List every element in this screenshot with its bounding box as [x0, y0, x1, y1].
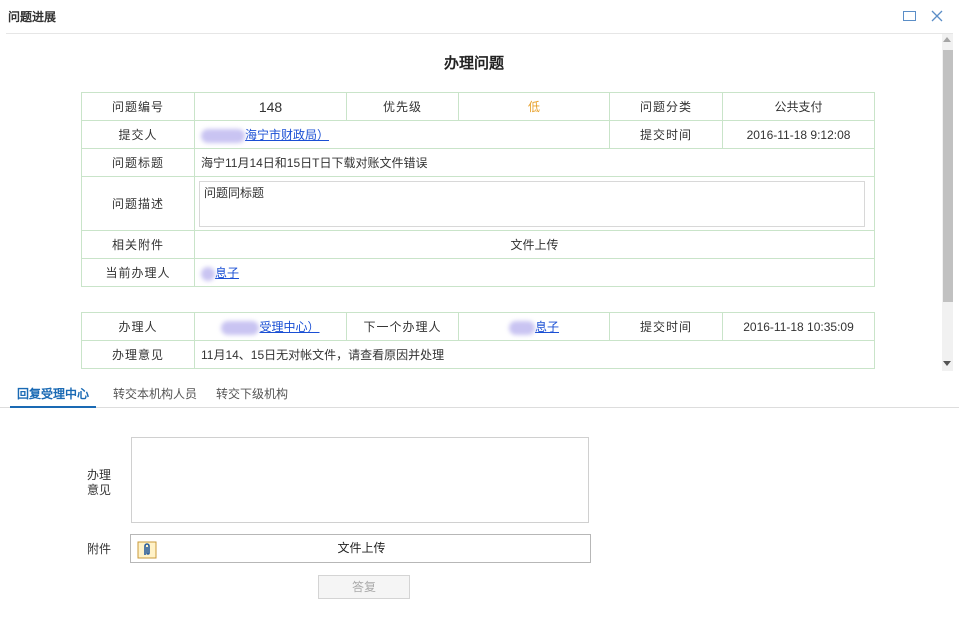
opinion-label: 办理意见	[81, 340, 195, 369]
table-row: 问题标题 海宁11月14日和15日T日下载对账文件错误	[81, 148, 875, 177]
history-time-label: 提交时间	[609, 312, 723, 341]
scrollbar-thumb[interactable]	[943, 50, 953, 302]
current-handler-link[interactable]: 息子	[215, 266, 239, 280]
current-handler-cell: 息子	[194, 258, 875, 287]
scroll-down-icon[interactable]	[943, 361, 951, 366]
title-bar: 问题进展	[0, 0, 959, 32]
submitter-cell: 海宁市财政局）	[194, 120, 610, 149]
attachments-label: 相关附件	[81, 230, 195, 259]
redacted-name	[201, 128, 245, 143]
maximize-icon[interactable]	[901, 8, 917, 24]
table-row: 相关附件 文件上传	[81, 230, 875, 259]
submitter-label: 提交人	[81, 120, 195, 149]
issue-detail-pane[interactable]: 办理问题 问题编号 148 优先级 低 问题分类 公共支付 提交人 海宁市财政局…	[6, 33, 953, 371]
issue-title-value: 海宁11月14日和15日T日下载对账文件错误	[194, 148, 875, 177]
table-row: 问题描述 问题同标题	[81, 176, 875, 231]
close-icon[interactable]	[929, 8, 945, 24]
issue-title-label: 问题标题	[81, 148, 195, 177]
next-handler-link[interactable]: 息子	[535, 320, 559, 334]
category-value: 公共支付	[722, 92, 875, 121]
opinion-field-label: 办理 意见	[87, 468, 112, 497]
table-row: 当前办理人 息子	[81, 258, 875, 287]
category-label: 问题分类	[609, 92, 723, 121]
issue-progress-dialog: 问题进展 办理问题 问题编号 148 优先级 低 问题分类 公共支付 提交人 海…	[0, 0, 959, 625]
tab-transfer-staff[interactable]: 转交本机构人员	[113, 380, 197, 408]
history-time-value: 2016-11-18 10:35:09	[722, 312, 875, 341]
redacted-name	[508, 320, 535, 335]
file-upload-label: 文件上传	[337, 541, 386, 555]
next-handler-cell: 息子	[458, 312, 610, 341]
current-handler-label: 当前办理人	[81, 258, 195, 287]
tab-transfer-subordinate[interactable]: 转交下级机构	[216, 380, 288, 408]
file-upload-button[interactable]: 文件上传	[130, 534, 591, 563]
scroll-up-icon[interactable]	[943, 37, 951, 42]
submit-time-label: 提交时间	[609, 120, 723, 149]
page-title: 办理问题	[443, 55, 504, 72]
issue-desc-box[interactable]: 问题同标题	[199, 180, 865, 227]
handler-label: 办理人	[81, 312, 195, 341]
next-handler-label: 下一个办理人	[346, 312, 459, 341]
priority-value: 低	[458, 92, 610, 121]
reply-button[interactable]: 答复	[318, 575, 410, 599]
issue-desc-cell: 问题同标题	[194, 176, 875, 231]
issue-desc-label: 问题描述	[81, 176, 195, 231]
issue-info-table: 问题编号 148 优先级 低 问题分类 公共支付 提交人 海宁市财政局） 提交时…	[81, 92, 875, 287]
redacted-name	[221, 320, 260, 335]
submitter-link[interactable]: 海宁市财政局）	[245, 128, 329, 142]
issue-id-label: 问题编号	[81, 92, 195, 121]
table-row: 办理人 受理中心） 下一个办理人 息子 提交时间 2016-11-18 10:3…	[81, 312, 875, 341]
issue-id-value: 148	[194, 92, 347, 121]
priority-label: 优先级	[346, 92, 459, 121]
handler-link[interactable]: 受理中心）	[259, 320, 319, 334]
table-row: 问题编号 148 优先级 低 问题分类 公共支付	[81, 92, 875, 121]
submit-time-value: 2016-11-18 9:12:08	[722, 120, 875, 149]
attachments-value[interactable]: 文件上传	[194, 230, 875, 259]
attachment-field-label: 附件	[87, 542, 112, 556]
table-row: 提交人 海宁市财政局） 提交时间 2016-11-18 9:12:08	[81, 120, 875, 149]
tab-reply-center[interactable]: 回复受理中心	[10, 380, 96, 408]
table-row: 办理意见 11月14、15日无对帐文件，请查看原因并处理	[81, 340, 875, 369]
handling-history-table: 办理人 受理中心） 下一个办理人 息子 提交时间 2016-11-18 10:3…	[81, 312, 875, 369]
redacted-name	[201, 266, 215, 281]
window-title: 问题进展	[8, 10, 57, 24]
handler-cell: 受理中心）	[194, 312, 347, 341]
opinion-textarea[interactable]	[131, 437, 589, 523]
action-tabs: 回复受理中心 转交本机构人员 转交下级机构	[0, 380, 959, 408]
opinion-value: 11月14、15日无对帐文件，请查看原因并处理	[194, 340, 875, 369]
vertical-scrollbar[interactable]	[942, 34, 953, 371]
